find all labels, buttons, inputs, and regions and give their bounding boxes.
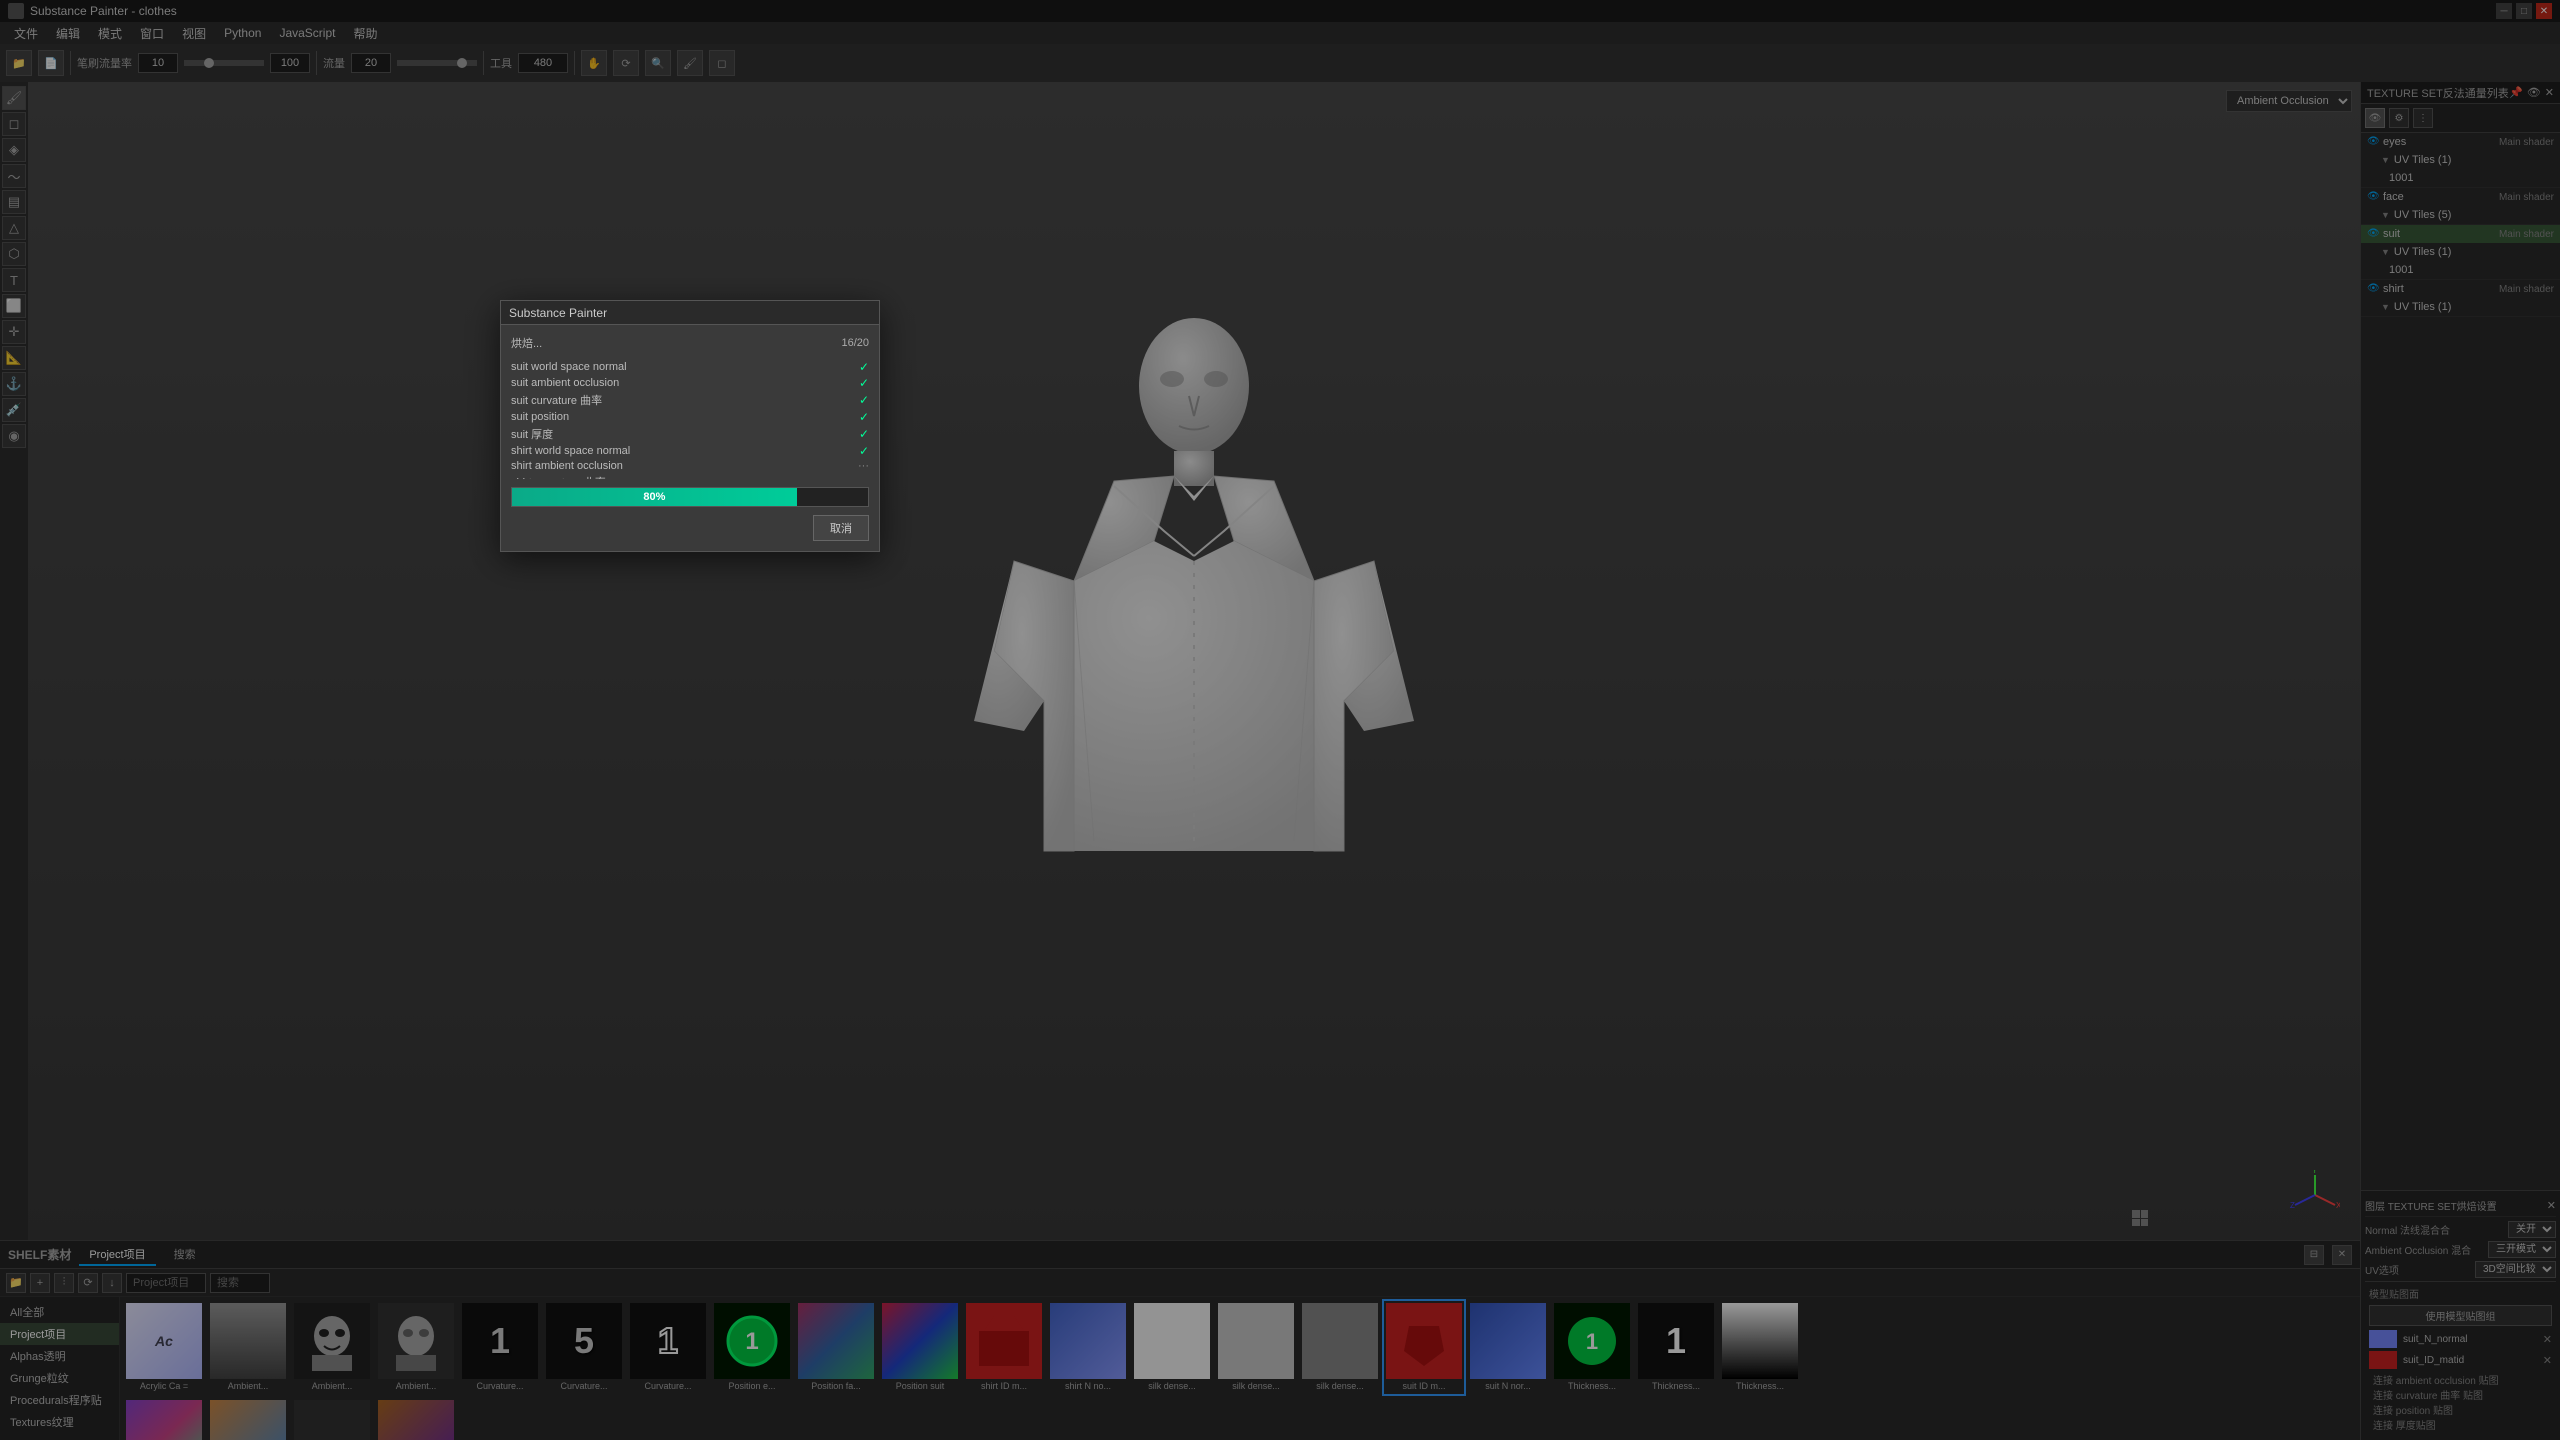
modal-dialog: Substance Painter 烘焙... 16/20 suit world… [500, 300, 880, 552]
task-row-6: shirt ambient occlusion ··· [511, 459, 869, 473]
task-row-5: shirt world space normal ✓ [511, 443, 869, 459]
task-row-1: suit ambient occlusion ✓ [511, 375, 869, 391]
task-check-2: ✓ [859, 393, 869, 407]
progress-bar-fill: 80% [512, 488, 797, 506]
task-row-0: suit world space normal ✓ [511, 359, 869, 375]
task-name-2: suit curvature 曲率 [511, 392, 602, 408]
modal-overlay: Substance Painter 烘焙... 16/20 suit world… [0, 0, 2560, 1440]
task-row-2: suit curvature 曲率 ✓ [511, 391, 869, 409]
task-name-7: shirt curvature 曲率 [511, 474, 606, 479]
task-check-4: ✓ [859, 427, 869, 441]
task-row-4: suit 厚度 ✓ [511, 425, 869, 443]
task-name-6: shirt ambient occlusion [511, 460, 623, 472]
task-check-5: ✓ [859, 444, 869, 458]
task-check-3: ✓ [859, 410, 869, 424]
progress-pct: 80% [643, 491, 665, 503]
task-name-5: shirt world space normal [511, 445, 630, 457]
modal-actions: 取消 [511, 515, 869, 541]
task-check-1: ✓ [859, 376, 869, 390]
task-pending-6: ··· [858, 460, 869, 472]
progress-counter: 16/20 [841, 337, 869, 349]
task-check-0: ✓ [859, 360, 869, 374]
task-row-7: shirt curvature 曲率 [511, 473, 869, 479]
task-name-3: suit position [511, 411, 569, 423]
task-name-4: suit 厚度 [511, 426, 553, 442]
modal-title-bar: Substance Painter [501, 301, 879, 325]
task-list: suit world space normal ✓ suit ambient o… [511, 359, 869, 479]
progress-bar-container: 80% [511, 487, 869, 507]
modal-content: 烘焙... 16/20 suit world space normal ✓ su… [501, 325, 879, 551]
task-name-0: suit world space normal [511, 361, 627, 373]
modal-title: Substance Painter [509, 306, 607, 320]
progress-label: 烘焙... [511, 335, 542, 351]
modal-cancel-button[interactable]: 取消 [813, 515, 869, 541]
progress-row: 烘焙... 16/20 [511, 335, 869, 351]
task-name-1: suit ambient occlusion [511, 377, 619, 389]
task-row-3: suit position ✓ [511, 409, 869, 425]
